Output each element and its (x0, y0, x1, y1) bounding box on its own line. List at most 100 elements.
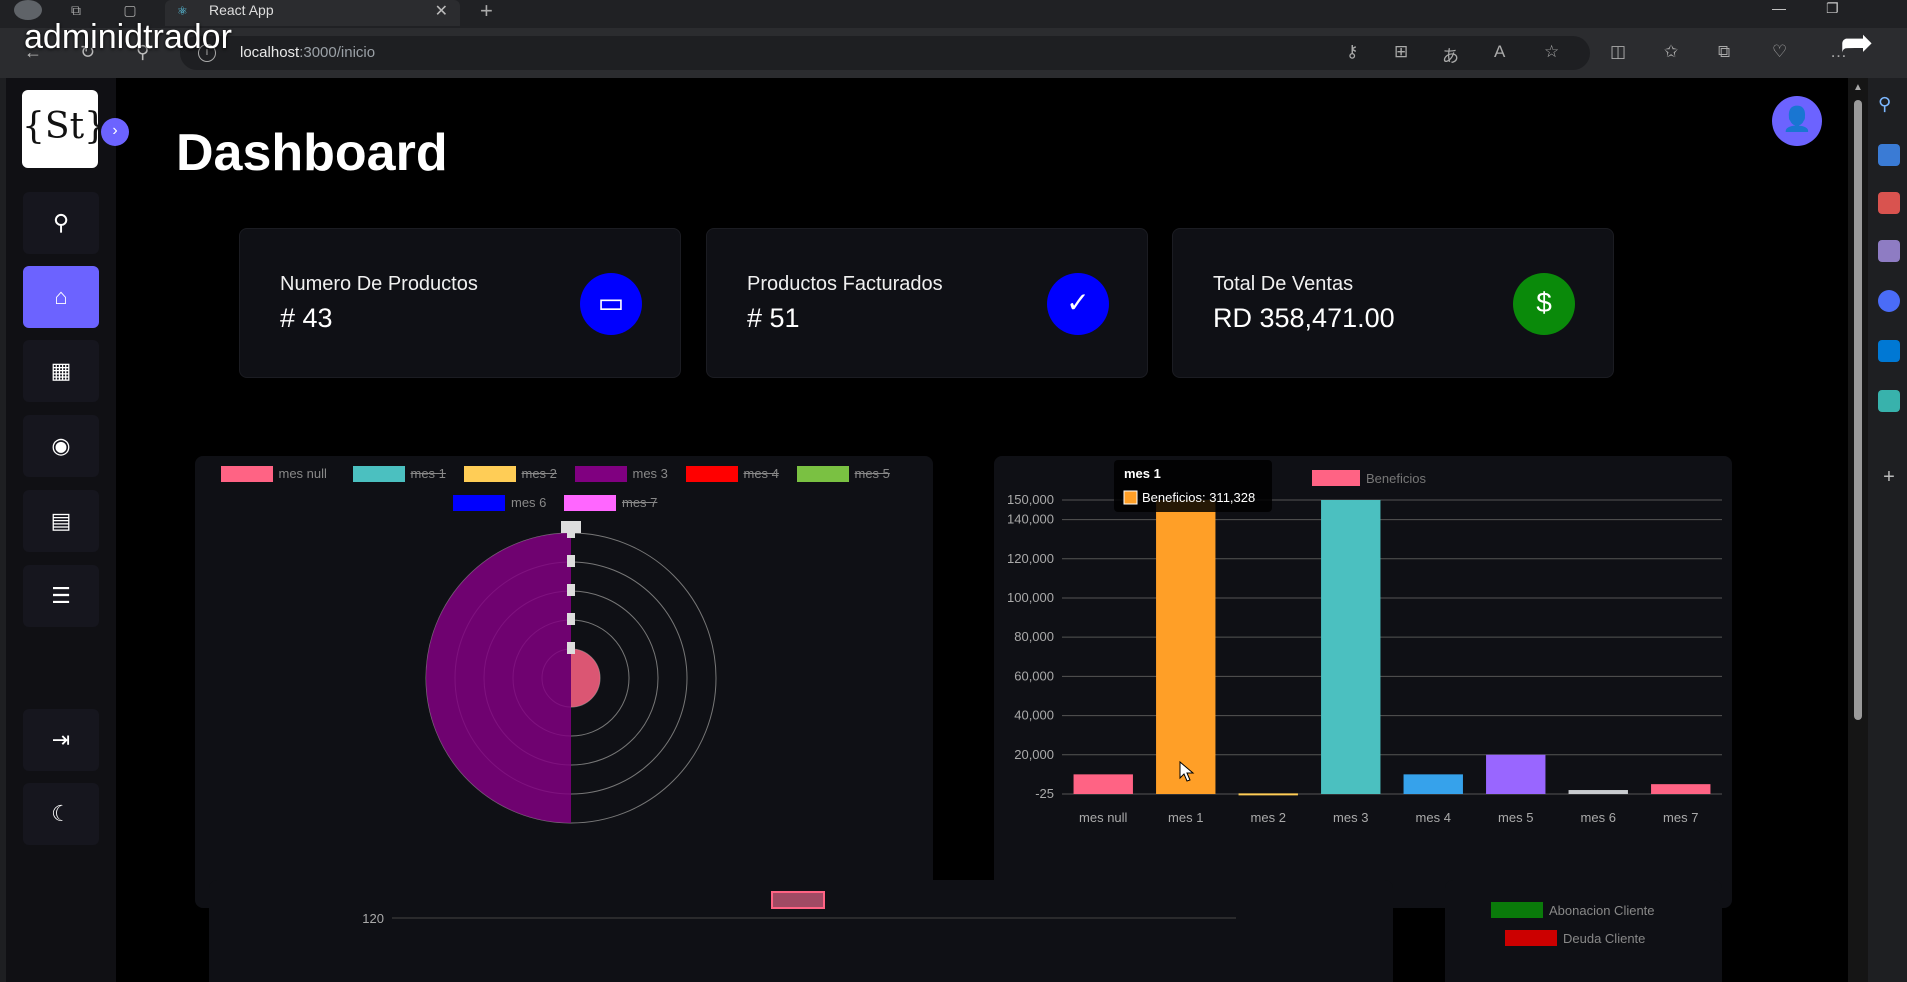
legend-swatch (1505, 930, 1557, 946)
stat-label: Total De Ventas (1213, 273, 1354, 295)
close-tab-icon[interactable]: ✕ (435, 1, 448, 21)
polar-slice (426, 533, 571, 823)
collections-icon[interactable]: ⧉ (1718, 42, 1730, 62)
split-screen-icon[interactable]: ◫ (1610, 42, 1626, 62)
list-icon: ☰ (51, 583, 71, 608)
bar (1321, 500, 1381, 794)
logout-icon: ⇥ (51, 727, 71, 752)
polar-tick-label (567, 555, 575, 567)
bar-chart: 150,000 140,000 120,000 100,000 80,000 60,000… (1007, 460, 1722, 825)
polar-chart (425, 521, 717, 824)
stat-card-facturados: Productos Facturados # 51 ✓ (706, 228, 1148, 378)
bar (1568, 790, 1628, 794)
legend-swatch (1491, 902, 1543, 918)
stat-label: Productos Facturados (747, 273, 943, 295)
theme-toggle-button[interactable]: ☾ (23, 783, 99, 845)
share-icon[interactable]: ➦ (1840, 20, 1874, 66)
polar-slice (571, 649, 600, 707)
copilot-icon[interactable] (1878, 290, 1900, 312)
video-overlay-username: adminidtrador (24, 18, 232, 56)
legend-label: Abonacion Cliente (1549, 903, 1655, 918)
x-tick-label: mes 2 (1251, 810, 1286, 825)
bar (1486, 754, 1546, 794)
sidebar-toggle-button[interactable]: › (101, 118, 129, 146)
y-tick-label: 100,000 (1007, 590, 1054, 605)
store-icon: ▦ (50, 358, 72, 383)
bar (1156, 500, 1216, 794)
tab-actions-icon[interactable]: ▢ (122, 2, 138, 18)
tooltip-label: Beneficios: 311,328 (1142, 490, 1255, 505)
url-text: localhost:3000/inicio (240, 44, 376, 61)
scroll-thumb[interactable] (1854, 100, 1862, 720)
stat-value: RD 358,471.00 (1213, 303, 1395, 333)
bar-chart-panel: 150,000 140,000 120,000 100,000 80,000 60,000… (994, 456, 1732, 908)
y-tick-label: 140,000 (1007, 512, 1054, 527)
sidebar-item-search[interactable]: ⚲ (23, 192, 99, 254)
logo: {St} (22, 90, 107, 168)
sidebar-item-report[interactable]: ▤ (23, 490, 99, 552)
tools-icon[interactable] (1878, 192, 1900, 214)
url-field[interactable]: i localhost:3000/inicio (180, 36, 1590, 70)
polar-chart-panel: mes null mes 1 mes 2 mes 3 mes 4 mes 5 mes 6 me… (195, 456, 933, 908)
x-tick-label: mes 3 (1333, 810, 1368, 825)
x-tick-label: mes 6 (1581, 810, 1616, 825)
sidebar-item-money[interactable]: ◉ (23, 415, 99, 477)
add-icon[interactable]: + (1878, 466, 1900, 488)
polar-tick-label (561, 521, 581, 533)
doughnut-chart-panel: Abonacion Cliente Deuda Cliente (1445, 880, 1722, 982)
money-icon: ◉ (51, 433, 71, 458)
polar-tick-label (567, 584, 575, 596)
legend-swatch (1312, 470, 1360, 486)
home-icon: ⌂ (54, 284, 68, 309)
sidebar-item-store[interactable]: ▦ (23, 340, 99, 402)
page-viewport: {St} › ⚲ ⌂ ▦ ◉ ▤ ☰ ⇥ ☾ Dashboard 👤 Numer… (6, 78, 1848, 982)
stat-label: Numero De Productos (280, 273, 478, 295)
page-scrollbar[interactable]: ▲ (1848, 78, 1868, 982)
y-tick-label: 20,000 (1014, 747, 1054, 762)
sidebar-item-logout[interactable]: ⇥ (23, 709, 99, 771)
scroll-up-icon[interactable]: ▲ (1853, 82, 1863, 93)
workspaces-icon[interactable]: ⧉ (68, 2, 84, 18)
favorite-star-icon[interactable]: ☆ (1544, 42, 1559, 62)
moon-icon: ☾ (51, 801, 71, 826)
drop-icon[interactable] (1878, 390, 1900, 412)
tooltip-title: mes 1 (1124, 466, 1161, 481)
stat-card-ventas: Total De Ventas RD 358,471.00 $ (1172, 228, 1614, 378)
bar (1238, 793, 1298, 796)
translate-icon[interactable]: あ (1442, 42, 1459, 67)
edge-sidebar: ⚲ + (1868, 78, 1907, 982)
address-bar-row: ← ↻ ⚲ i localhost:3000/inicio ⚷ ⊞ あ A ☆ … (0, 28, 1907, 78)
browser-essentials-icon[interactable]: ♡ (1772, 42, 1787, 62)
outlook-icon[interactable] (1878, 340, 1900, 362)
y-tick-label: 40,000 (1014, 708, 1054, 723)
games-icon[interactable] (1878, 240, 1900, 262)
favorites-icon[interactable]: ✩ (1664, 42, 1678, 62)
shopping-icon[interactable] (1878, 144, 1900, 166)
tab-title: React App (209, 2, 274, 18)
line-chart-panel: 120100 (209, 880, 1393, 982)
minimize-button[interactable]: — (1772, 0, 1786, 16)
legend-swatch (771, 891, 825, 909)
restore-button[interactable]: ❐ (1826, 0, 1839, 17)
tooltip-swatch (1123, 490, 1138, 505)
stat-value: # 51 (747, 303, 800, 333)
line-chart: 120100 (362, 891, 1236, 926)
y-tick-label: 120,000 (1007, 551, 1054, 566)
page-title: Dashboard (176, 124, 448, 182)
search-icon[interactable]: ⚲ (1878, 94, 1900, 116)
bar (1403, 774, 1463, 794)
y-tick-label: 120 (362, 911, 384, 926)
polar-tick-label (567, 642, 575, 654)
new-tab-button[interactable]: + (480, 0, 493, 24)
search-icon: ⚲ (52, 210, 70, 235)
read-aloud-icon[interactable]: A (1494, 42, 1505, 62)
key-icon[interactable]: ⚷ (1346, 42, 1358, 62)
user-avatar-button[interactable]: 👤 (1772, 96, 1822, 146)
apps-icon[interactable]: ⊞ (1394, 42, 1408, 62)
profile-icon[interactable] (14, 0, 42, 20)
y-tick-label: 150,000 (1007, 492, 1054, 507)
x-tick-label: mes null (1079, 810, 1128, 825)
x-tick-label: mes 1 (1168, 810, 1203, 825)
sidebar-item-list[interactable]: ☰ (23, 565, 99, 627)
sidebar-item-home[interactable]: ⌂ (23, 266, 99, 328)
